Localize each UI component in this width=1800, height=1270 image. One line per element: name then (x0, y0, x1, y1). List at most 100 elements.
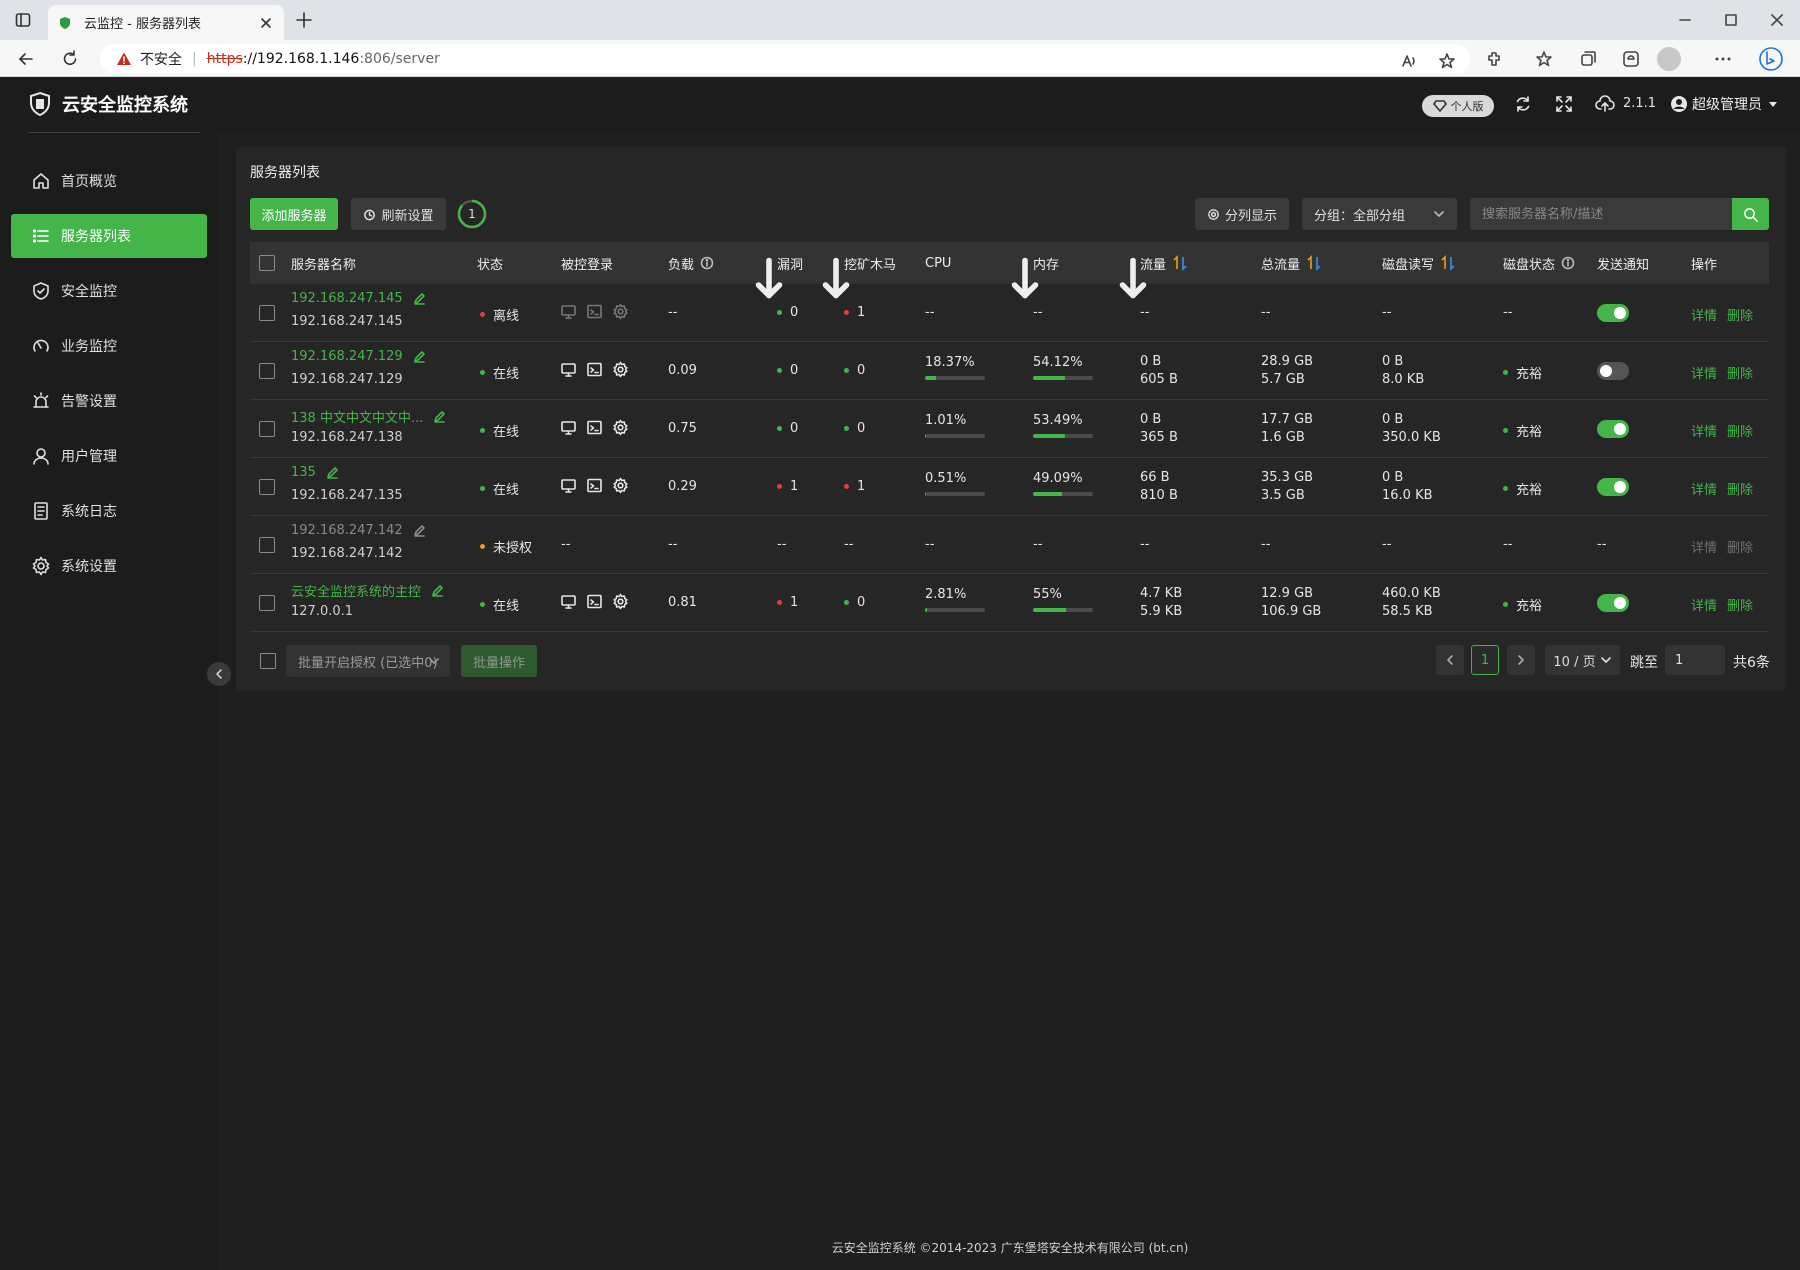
group-select[interactable]: 分组：全部分组 (1302, 198, 1457, 230)
terminal-icon[interactable] (586, 361, 603, 378)
col-header-traffic[interactable]: 流量 (1140, 242, 1188, 284)
server-name[interactable]: 192.168.247.145 (291, 291, 403, 306)
notify-toggle[interactable] (1597, 478, 1629, 496)
window-close-icon[interactable] (1767, 10, 1787, 30)
edit-icon[interactable] (413, 292, 426, 305)
refresh-settings-button[interactable]: 刷新设置 (351, 198, 446, 230)
edit-icon[interactable] (433, 410, 446, 423)
col-header-total-traffic[interactable]: 总流量 (1261, 242, 1322, 284)
col-header-mem[interactable]: 内存 (1033, 242, 1059, 284)
row-checkbox[interactable] (259, 421, 275, 437)
edit-icon[interactable] (413, 524, 426, 537)
remote-desktop-icon[interactable] (560, 593, 577, 610)
server-name-link[interactable]: 192.168.247.129 (291, 349, 426, 364)
terminal-icon[interactable] (586, 303, 603, 320)
delete-link[interactable]: 删除 (1727, 421, 1753, 440)
sync-icon[interactable] (1513, 94, 1533, 114)
row-checkbox[interactable] (259, 595, 275, 611)
row-checkbox[interactable] (259, 479, 275, 495)
prev-page-button[interactable] (1436, 645, 1464, 675)
remote-desktop-icon[interactable] (560, 419, 577, 436)
notify-toggle[interactable] (1597, 304, 1629, 322)
reload-icon[interactable] (60, 49, 80, 69)
sidebar-item-security[interactable]: 安全监控 (11, 269, 207, 313)
sidebar-item-logs[interactable]: 系统日志 (11, 489, 207, 533)
copilot-icon[interactable] (1758, 46, 1784, 72)
info-icon[interactable] (700, 256, 714, 270)
maximize-icon[interactable] (1721, 10, 1741, 30)
col-header-cpu[interactable]: CPU (925, 242, 951, 284)
delete-link[interactable]: 删除 (1727, 363, 1753, 382)
detail-link[interactable]: 详情 (1691, 537, 1717, 556)
minimize-icon[interactable] (1675, 10, 1695, 30)
server-name[interactable]: 云安全监控系统的主控 (291, 581, 421, 600)
server-name-link[interactable]: 138 中文中文中文中... (291, 407, 446, 426)
batch-operate-button[interactable]: 批量操作 (461, 645, 537, 677)
terminal-icon[interactable] (586, 477, 603, 494)
sidebar-item-business[interactable]: 业务监控 (11, 324, 207, 368)
server-name[interactable]: 138 中文中文中文中... (291, 407, 423, 426)
brand[interactable]: 云安全监控系统 (28, 91, 188, 117)
detail-link[interactable]: 详情 (1691, 479, 1717, 498)
jump-page-input[interactable] (1665, 645, 1725, 675)
server-name-link[interactable]: 云安全监控系统的主控 (291, 581, 444, 600)
gear-icon[interactable] (612, 419, 629, 436)
info-icon[interactable] (1561, 256, 1575, 270)
more-icon[interactable] (1713, 49, 1733, 69)
gear-icon[interactable] (612, 477, 629, 494)
sidebar-item-alarm[interactable]: 告警设置 (11, 379, 207, 423)
search-button[interactable] (1732, 198, 1769, 230)
sort-both-icon[interactable] (1172, 255, 1188, 271)
remote-desktop-icon[interactable] (560, 303, 577, 320)
server-name-link[interactable]: 192.168.247.142 (291, 523, 426, 538)
select-all-bottom-checkbox[interactable] (260, 653, 276, 669)
page-size-select[interactable]: 10 / 页 (1545, 645, 1620, 675)
delete-link[interactable]: 删除 (1727, 537, 1753, 556)
notify-toggle[interactable] (1597, 362, 1629, 380)
server-name[interactable]: 192.168.247.142 (291, 523, 403, 538)
edit-icon[interactable] (413, 350, 426, 363)
favorite-add-icon[interactable] (1438, 52, 1456, 70)
profile-avatar[interactable] (1657, 47, 1681, 71)
select-all-checkbox[interactable] (259, 255, 275, 271)
browser-tab[interactable]: 云监控 - 服务器列表 (48, 5, 284, 40)
fullscreen-icon[interactable] (1554, 94, 1574, 114)
detail-link[interactable]: 详情 (1691, 305, 1717, 324)
notify-toggle[interactable] (1597, 420, 1629, 438)
server-name[interactable]: 192.168.247.129 (291, 349, 403, 364)
delete-link[interactable]: 删除 (1727, 305, 1753, 324)
detail-link[interactable]: 详情 (1691, 363, 1717, 382)
sidebar-collapse-button[interactable] (207, 662, 231, 686)
tab-actions-icon[interactable] (14, 11, 32, 29)
favorites-icon[interactable] (1534, 49, 1554, 69)
sidebar-item-home[interactable]: 首页概览 (11, 159, 207, 203)
user-menu[interactable]: 超级管理员 (1670, 94, 1778, 114)
gear-icon[interactable] (612, 303, 629, 320)
remote-desktop-icon[interactable] (560, 361, 577, 378)
sort-both-icon[interactable] (1440, 255, 1456, 271)
edit-icon[interactable] (431, 584, 444, 597)
notify-toggle[interactable] (1597, 594, 1629, 612)
extensions-icon[interactable] (1485, 49, 1505, 69)
gear-icon[interactable] (612, 361, 629, 378)
sidebar-item-settings[interactable]: 系统设置 (11, 544, 207, 588)
url-field[interactable]: 不安全 | https://192.168.1.146:806/server (100, 44, 1470, 73)
terminal-icon[interactable] (586, 419, 603, 436)
version-label[interactable]: 2.1.1 (1623, 96, 1656, 111)
sidebar-item-server-list[interactable]: 服务器列表 (11, 214, 207, 258)
add-server-button[interactable]: 添加服务器 (250, 198, 338, 230)
server-name-link[interactable]: 192.168.247.145 (291, 291, 426, 306)
col-header-vuln[interactable]: 漏洞 (777, 242, 803, 284)
edge-ext-icon[interactable] (1621, 49, 1641, 69)
delete-link[interactable]: 删除 (1727, 479, 1753, 498)
col-header-disk-io[interactable]: 磁盘读写 (1382, 242, 1456, 284)
back-icon[interactable] (16, 49, 36, 69)
batch-action-select[interactable]: 批量开启授权 (已选中0) (286, 645, 450, 677)
new-tab-icon[interactable] (295, 11, 313, 29)
col-header-load[interactable]: 负载 (668, 242, 714, 284)
detail-link[interactable]: 详情 (1691, 595, 1717, 614)
server-search-input[interactable] (1470, 198, 1732, 230)
detail-link[interactable]: 详情 (1691, 421, 1717, 440)
server-name[interactable]: 135 (291, 465, 316, 480)
edit-icon[interactable] (326, 466, 339, 479)
